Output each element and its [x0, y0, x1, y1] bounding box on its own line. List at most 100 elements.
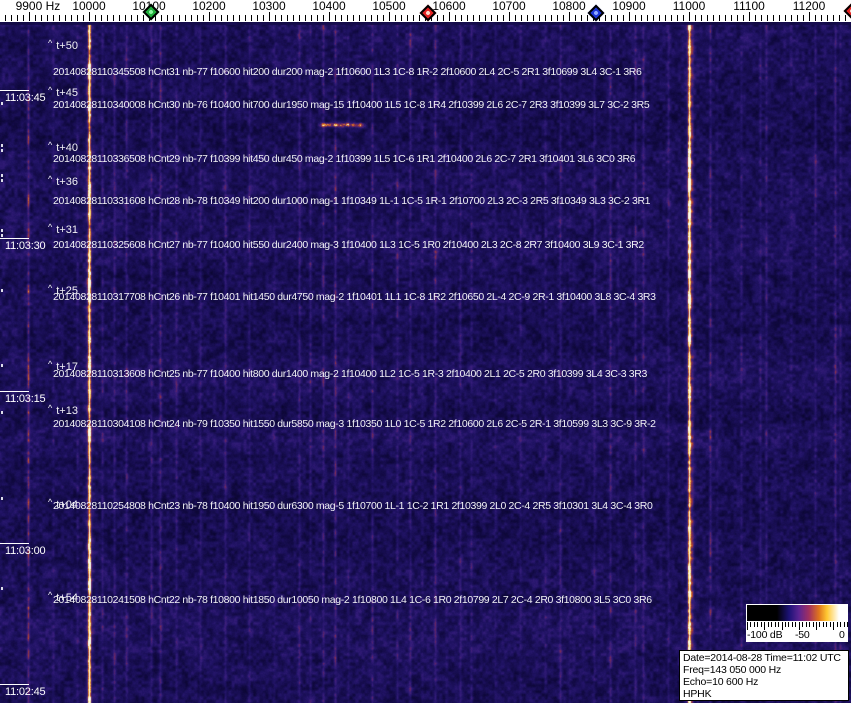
freq-major-tick — [209, 12, 210, 21]
freq-minor-tick — [299, 15, 300, 21]
freq-minor-tick — [65, 15, 66, 21]
colorbar-tick — [784, 622, 786, 627]
freq-minor-tick — [527, 15, 528, 21]
event-edge-mark — [1, 149, 3, 152]
event-time-offset-label: ^ t+50 — [48, 38, 78, 52]
colorbar-tick — [774, 622, 776, 627]
freq-minor-tick — [845, 15, 846, 21]
freq-minor-tick — [407, 15, 408, 21]
freq-major-tick — [269, 12, 270, 21]
freq-major-tick — [389, 12, 390, 21]
freq-minor-tick — [341, 15, 342, 21]
freq-minor-tick — [71, 15, 72, 21]
freq-minor-tick — [821, 15, 822, 21]
freq-minor-tick — [239, 15, 240, 21]
freq-minor-tick — [461, 15, 462, 21]
freq-minor-tick — [17, 15, 18, 21]
freq-minor-tick — [47, 15, 48, 21]
freq-minor-tick — [719, 15, 720, 21]
info-frequency: Freq=143 050 000 Hz — [683, 664, 782, 676]
colorbar-label: 0 — [839, 629, 845, 641]
freq-minor-tick — [515, 15, 516, 21]
freq-minor-tick — [347, 15, 348, 21]
freq-minor-tick — [827, 15, 828, 21]
colorbar-label: -50 — [795, 629, 810, 641]
meteor-echo-spectrogram-window: 9900 Hz100001010010200103001040010500106… — [0, 0, 851, 703]
caret-icon: ^ — [48, 222, 53, 232]
colorbar-tick — [788, 622, 790, 627]
freq-minor-tick — [365, 15, 366, 21]
freq-minor-tick — [713, 15, 714, 21]
time-tick-label: 11:03:30 — [5, 240, 46, 252]
freq-minor-tick — [485, 15, 486, 21]
event-detection-log-line: 20140828110336508 hCnt29 nb-77 f10399 hi… — [53, 153, 636, 165]
colorbar-tick — [840, 622, 842, 627]
event-edge-mark — [1, 289, 3, 292]
freq-minor-tick — [683, 15, 684, 21]
freq-minor-tick — [305, 15, 306, 21]
caret-icon: ^ — [48, 403, 53, 413]
freq-minor-tick — [545, 15, 546, 21]
freq-minor-tick — [725, 15, 726, 21]
freq-minor-tick — [539, 15, 540, 21]
freq-minor-tick — [179, 15, 180, 21]
freq-minor-tick — [419, 15, 420, 21]
freq-minor-tick — [677, 15, 678, 21]
freq-minor-tick — [491, 15, 492, 21]
time-tick-line — [0, 238, 29, 239]
freq-major-tick — [569, 12, 570, 21]
freq-minor-tick — [755, 15, 756, 21]
red-diamond-marker-center-dot — [425, 10, 431, 16]
freq-minor-tick — [359, 15, 360, 21]
freq-minor-tick — [743, 15, 744, 21]
freq-minor-tick — [245, 15, 246, 21]
event-time-offset-label: ^ t+36 — [48, 174, 78, 188]
freq-minor-tick — [587, 15, 588, 21]
freq-minor-tick — [605, 15, 606, 21]
colorbar-gradient — [747, 605, 847, 621]
freq-minor-tick — [41, 15, 42, 21]
station-info-box: Date=2014-08-28 Time=11:02 UTC Freq=143 … — [679, 650, 849, 701]
freq-minor-tick — [323, 15, 324, 21]
freq-minor-tick — [839, 15, 840, 21]
freq-minor-tick — [311, 15, 312, 21]
freq-minor-tick — [443, 15, 444, 21]
freq-minor-tick — [761, 15, 762, 21]
colorbar-tick — [833, 622, 835, 630]
blue-diamond-marker[interactable] — [587, 4, 605, 22]
event-offset-text: t+36 — [56, 176, 78, 188]
freq-minor-tick — [611, 15, 612, 21]
freq-minor-tick — [95, 15, 96, 21]
colorbar-tick — [812, 622, 814, 627]
colorbar-tick — [816, 622, 817, 630]
freq-minor-tick — [353, 15, 354, 21]
colorbar-tick — [795, 622, 797, 627]
time-tick-line — [0, 90, 29, 91]
freq-minor-tick — [671, 15, 672, 21]
freq-minor-tick — [635, 15, 636, 21]
freq-major-tick — [749, 12, 750, 21]
info-station-id: HPHK — [683, 688, 712, 700]
colorbar-tick — [809, 622, 811, 627]
freq-minor-tick — [53, 15, 54, 21]
green-diamond-marker-center-dot — [148, 9, 154, 15]
event-detection-log-line: 20140828110304108 hCnt24 nb-79 f10350 hi… — [53, 418, 656, 430]
freq-minor-tick — [23, 15, 24, 21]
caret-icon: ^ — [48, 85, 53, 95]
freq-major-tick — [689, 12, 690, 21]
time-tick-label: 11:02:45 — [5, 686, 46, 698]
freq-minor-tick — [767, 15, 768, 21]
freq-minor-tick — [557, 15, 558, 21]
time-tick-line — [0, 391, 29, 392]
colorbar-tick — [750, 622, 752, 627]
event-detection-log-line: 20140828110254808 hCnt23 nb-78 f10400 hi… — [53, 500, 653, 512]
event-detection-log-line: 20140828110313608 hCnt25 nb-77 f10400 hi… — [53, 368, 648, 380]
freq-minor-tick — [281, 15, 282, 21]
event-detection-log-line: 20140828110345508 hCnt31 nb-77 f10600 hi… — [53, 66, 642, 78]
colorbar-tick — [805, 622, 807, 627]
freq-minor-tick — [221, 15, 222, 21]
freq-minor-tick — [737, 15, 738, 21]
colorbar-tick — [771, 622, 773, 627]
colorbar-tick — [822, 622, 824, 627]
freq-minor-tick — [317, 15, 318, 21]
